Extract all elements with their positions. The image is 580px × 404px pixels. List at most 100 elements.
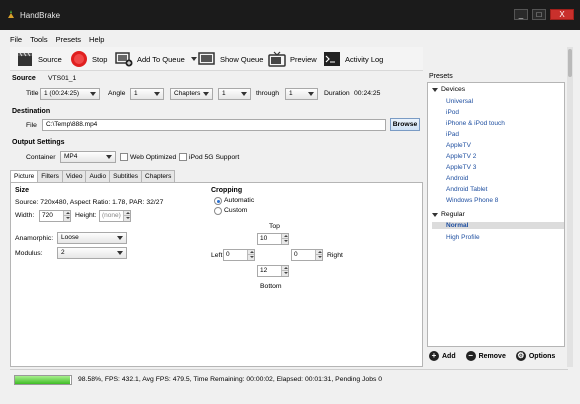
angle-select[interactable]: 1 — [130, 88, 164, 100]
chevron-down-icon — [90, 92, 96, 96]
status-bar: 98.58%, FPS: 432.1, Avg FPS: 479.5, Time… — [10, 369, 568, 389]
preset-options-button[interactable]: ⚙ Options — [515, 351, 555, 361]
crop-automatic-radio[interactable] — [214, 197, 222, 205]
gear-icon: ⚙ — [515, 351, 526, 361]
duration-value: 00:24:25 — [354, 90, 381, 97]
stop-button[interactable]: Stop — [70, 49, 107, 69]
cropping-title: Cropping — [211, 187, 243, 194]
close-button[interactable]: X — [550, 9, 574, 20]
status-text: 98.58%, FPS: 432.1, Avg FPS: 479.5, Time… — [78, 376, 383, 383]
modulus-label: Modulus: — [15, 250, 43, 257]
tab-video[interactable]: Video — [61, 170, 87, 182]
crop-top-stepper[interactable]: 10 — [257, 233, 289, 245]
crop-right-stepper[interactable]: 0 — [291, 249, 323, 261]
crop-top-label: Top — [269, 223, 280, 230]
tab-audio[interactable]: Audio — [85, 170, 111, 182]
minimize-button[interactable]: _ — [514, 9, 528, 20]
source-button[interactable]: Source — [16, 49, 62, 69]
crop-bottom-stepper[interactable]: 12 — [257, 265, 289, 277]
crop-left-stepper[interactable]: 0 — [223, 249, 255, 261]
preset-group-regular[interactable]: Regular — [432, 211, 465, 218]
presets-tree: Devices Universal iPod iPhone & iPod tou… — [427, 82, 565, 347]
add-queue-icon — [115, 50, 133, 68]
decrement-icon[interactable] — [315, 255, 322, 260]
decrement-icon[interactable] — [63, 216, 70, 221]
destination-file-input[interactable]: C:\Temp\888.mp4 — [42, 119, 386, 131]
preset-android-tablet[interactable]: Android Tablet — [446, 186, 487, 193]
range-end-select[interactable]: 1 — [285, 88, 318, 100]
preset-universal[interactable]: Universal — [446, 98, 473, 105]
through-label: through — [256, 90, 280, 97]
preset-appletv[interactable]: AppleTV — [446, 142, 471, 149]
chevron-down-icon — [308, 92, 314, 96]
preset-appletv-3[interactable]: AppleTV 3 — [446, 164, 476, 171]
menu-file[interactable]: File — [10, 34, 22, 46]
preset-android[interactable]: Android — [446, 175, 468, 182]
window-title: HandBrake — [20, 11, 61, 20]
crop-right-label: Right — [327, 252, 343, 259]
toolbar: Source Stop Add To Queue Show Queue Prev… — [10, 47, 423, 71]
menu-help[interactable]: Help — [89, 34, 104, 46]
title-label: Title — [26, 90, 39, 97]
preset-group-devices[interactable]: Devices — [432, 86, 465, 93]
title-select[interactable]: 1 (00:24:25) — [40, 88, 100, 100]
progress-fill — [15, 376, 71, 384]
tab-subtitles[interactable]: Subtitles — [109, 170, 143, 182]
minus-icon: − — [465, 351, 476, 361]
output-settings-title: Output Settings — [12, 139, 65, 146]
add-to-queue-button[interactable]: Add To Queue — [115, 49, 197, 69]
height-stepper[interactable]: (none) — [99, 210, 131, 222]
web-optimized-checkbox[interactable] — [120, 153, 128, 161]
decrement-icon[interactable] — [247, 255, 254, 260]
preset-normal[interactable]: Normal — [432, 222, 564, 229]
add-preset-button[interactable]: + Add — [429, 351, 456, 361]
browse-button[interactable]: Browse — [390, 118, 420, 131]
presets-panel: Presets Devices Universal iPod iPhone & … — [425, 71, 567, 367]
range-mode-select[interactable]: Chapters — [170, 88, 213, 100]
scroll-thumb[interactable] — [568, 49, 572, 77]
menu-bar: File Tools Presets Help — [10, 34, 104, 46]
activity-log-button[interactable]: Activity Log — [323, 49, 383, 69]
preview-button[interactable]: Preview — [268, 49, 317, 69]
chevron-down-icon — [241, 92, 247, 96]
show-queue-button[interactable]: Show Queue — [198, 49, 263, 69]
preset-iphone-ipod-touch[interactable]: iPhone & iPod touch — [446, 120, 505, 127]
file-label: File — [26, 122, 37, 129]
source-info: Source: 720x480, Aspect Ratio: 1.78, PAR… — [15, 199, 164, 206]
vertical-scrollbar[interactable] — [567, 47, 573, 367]
presets-title: Presets — [429, 73, 453, 80]
expand-triangle-icon[interactable] — [432, 87, 438, 92]
preset-actions: + Add − Remove ⚙ Options — [429, 349, 555, 363]
container-select[interactable]: MP4 — [60, 151, 116, 163]
chevron-down-icon — [106, 155, 112, 159]
preset-windows-phone-8[interactable]: Windows Phone 8 — [446, 197, 498, 204]
modulus-select[interactable]: 2 — [57, 247, 127, 259]
decrement-icon[interactable] — [281, 239, 288, 244]
preset-high-profile[interactable]: High Profile — [446, 234, 480, 241]
chevron-down-icon[interactable] — [190, 57, 197, 61]
range-start-select[interactable]: 1 — [218, 88, 251, 100]
preset-ipad[interactable]: iPad — [446, 131, 459, 138]
destination-section-title: Destination — [12, 108, 51, 115]
ipod-support-checkbox[interactable] — [179, 153, 187, 161]
tab-chapters[interactable]: Chapters — [141, 170, 176, 182]
remove-preset-button[interactable]: − Remove — [465, 351, 506, 361]
preset-appletv-2[interactable]: AppleTV 2 — [446, 153, 476, 160]
maximize-button[interactable]: □ — [532, 9, 546, 20]
preset-ipod[interactable]: iPod — [446, 109, 459, 116]
anamorphic-select[interactable]: Loose — [57, 232, 127, 244]
tab-filters[interactable]: Filters — [37, 170, 63, 182]
container-label: Container — [26, 154, 56, 161]
window-controls: _ □ X — [514, 9, 574, 20]
title-bar: HandBrake _ □ X — [0, 0, 580, 30]
decrement-icon[interactable] — [123, 216, 130, 221]
crop-custom-label: Custom — [224, 207, 248, 214]
width-stepper[interactable]: 720 — [39, 210, 71, 222]
crop-custom-radio[interactable] — [214, 207, 222, 215]
menu-presets[interactable]: Presets — [56, 34, 81, 46]
menu-tools[interactable]: Tools — [30, 34, 48, 46]
expand-triangle-icon[interactable] — [432, 212, 438, 217]
chevron-down-icon — [117, 236, 123, 240]
decrement-icon[interactable] — [281, 271, 288, 276]
encode-progress-bar — [14, 375, 72, 385]
